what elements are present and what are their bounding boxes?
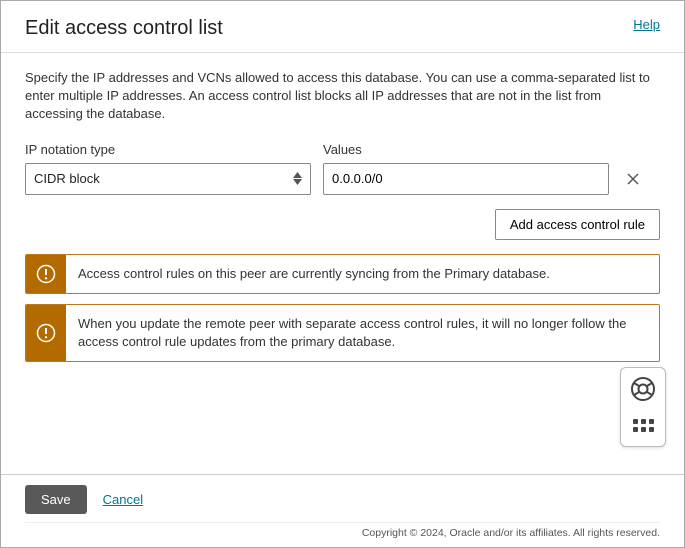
ip-notation-select[interactable]: CIDR block <box>25 163 311 195</box>
copyright-text: Copyright © 2024, Oracle and/or its affi… <box>25 522 660 539</box>
floating-help-widget <box>620 367 666 447</box>
cancel-link[interactable]: Cancel <box>103 492 143 507</box>
apps-grid-button[interactable] <box>628 410 658 440</box>
ip-notation-field: IP notation type CIDR block <box>25 142 311 195</box>
description-text: Specify the IP addresses and VCNs allowe… <box>25 69 660 124</box>
alert-message: Access control rules on this peer are cu… <box>66 255 562 293</box>
ip-notation-label: IP notation type <box>25 142 311 157</box>
support-button[interactable] <box>628 374 658 404</box>
dialog-header: Edit access control list Help <box>1 1 684 52</box>
help-link[interactable]: Help <box>633 17 660 32</box>
remove-rule-button[interactable] <box>621 167 645 191</box>
warning-icon <box>26 305 66 361</box>
values-field: Values <box>323 142 609 195</box>
dialog-content: Specify the IP addresses and VCNs allowe… <box>1 53 684 474</box>
values-input[interactable] <box>332 164 600 194</box>
rule-row: IP notation type CIDR block Values <box>25 142 660 195</box>
add-access-control-rule-button[interactable]: Add access control rule <box>495 209 660 240</box>
warning-alert: When you update the remote peer with sep… <box>25 304 660 362</box>
close-icon <box>626 172 640 186</box>
grid-icon <box>633 419 654 432</box>
alert-message: When you update the remote peer with sep… <box>66 305 659 361</box>
ip-notation-value: CIDR block <box>34 171 293 186</box>
warning-alert: Access control rules on this peer are cu… <box>25 254 660 294</box>
values-label: Values <box>323 142 609 157</box>
select-arrows-icon <box>293 172 302 185</box>
add-rule-row: Add access control rule <box>25 209 660 240</box>
values-input-wrap <box>323 163 609 195</box>
warning-icon <box>26 255 66 293</box>
dialog-footer: Save Cancel Copyright © 2024, Oracle and… <box>1 474 684 547</box>
page-title: Edit access control list <box>25 17 223 40</box>
lifebuoy-icon <box>630 376 656 402</box>
save-button[interactable]: Save <box>25 485 87 514</box>
